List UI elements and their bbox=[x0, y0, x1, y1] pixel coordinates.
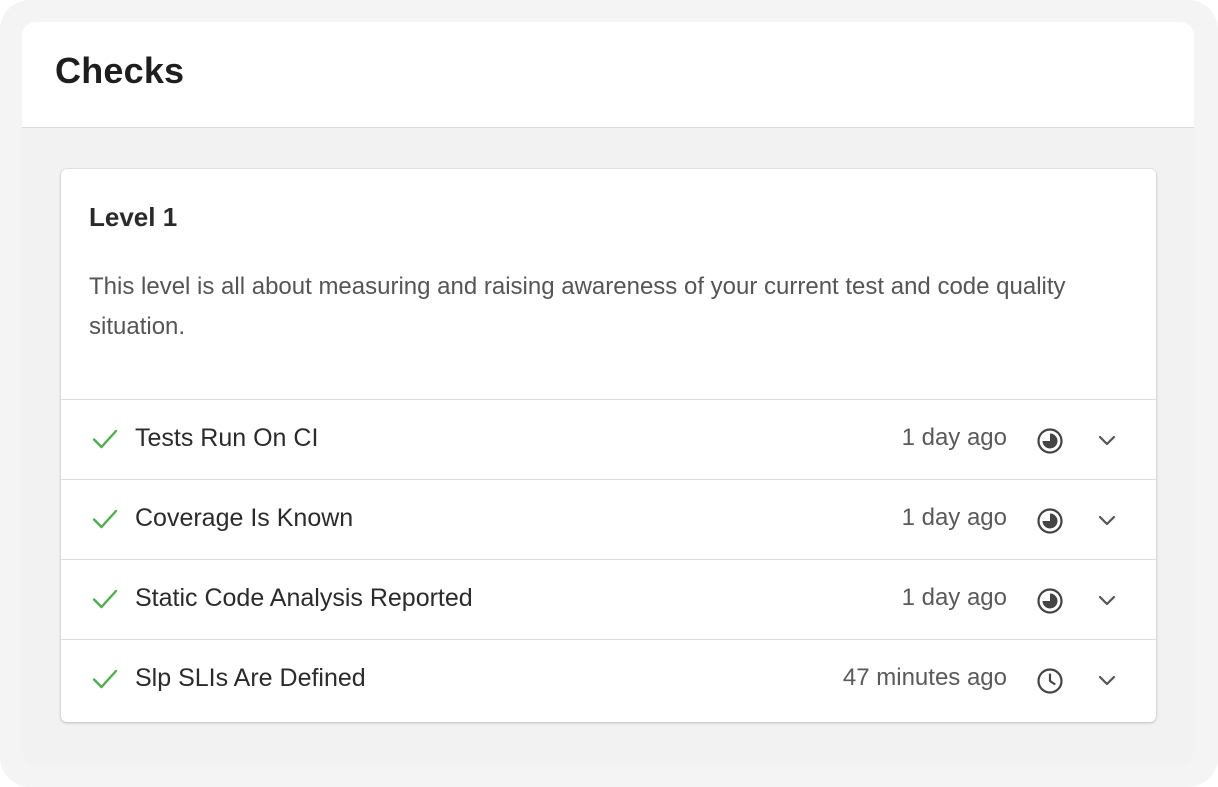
checks-panel: Checks Level 1 This level is all about m… bbox=[22, 22, 1194, 764]
checkmark-icon bbox=[92, 669, 118, 689]
panel-header: Checks bbox=[22, 22, 1194, 128]
check-row-slp-slis-defined[interactable]: Slp SLIs Are Defined 47 minutes ago bbox=[61, 640, 1156, 720]
half-circle-icon bbox=[1037, 508, 1063, 534]
half-circle-icon bbox=[1037, 588, 1063, 614]
check-list: Tests Run On CI 1 day ago Coverage Is Kn… bbox=[61, 400, 1156, 720]
check-row-static-code-analysis[interactable]: Static Code Analysis Reported 1 day ago bbox=[61, 560, 1156, 640]
half-circle-icon bbox=[1037, 428, 1063, 454]
check-label: Coverage Is Known bbox=[135, 504, 354, 532]
clock-icon bbox=[1037, 668, 1063, 694]
level-intro: Level 1 This level is all about measurin… bbox=[61, 169, 1156, 400]
checkmark-icon bbox=[92, 429, 118, 449]
checkmark-icon bbox=[92, 509, 118, 529]
check-label: Slp SLIs Are Defined bbox=[135, 664, 366, 692]
level-card: Level 1 This level is all about measurin… bbox=[61, 169, 1156, 722]
check-label: Tests Run On CI bbox=[135, 424, 319, 452]
chevron-down-icon[interactable] bbox=[1096, 510, 1118, 530]
check-time: 1 day ago bbox=[901, 504, 1007, 531]
level-title: Level 1 bbox=[89, 202, 178, 232]
chevron-down-icon[interactable] bbox=[1096, 430, 1118, 450]
check-time: 1 day ago bbox=[901, 424, 1007, 451]
level-description: This level is all about measuring and ra… bbox=[89, 273, 1066, 340]
check-time: 1 day ago bbox=[901, 584, 1007, 611]
chevron-down-icon[interactable] bbox=[1096, 670, 1118, 690]
check-row-coverage-is-known[interactable]: Coverage Is Known 1 day ago bbox=[61, 480, 1156, 560]
checkmark-icon bbox=[92, 589, 118, 609]
check-time: 47 minutes ago bbox=[842, 664, 1007, 691]
page-title: Checks bbox=[55, 50, 185, 91]
check-label: Static Code Analysis Reported bbox=[135, 584, 473, 612]
check-row-tests-run-on-ci[interactable]: Tests Run On CI 1 day ago bbox=[61, 400, 1156, 480]
page-background: Checks Level 1 This level is all about m… bbox=[0, 0, 1218, 787]
chevron-down-icon[interactable] bbox=[1096, 590, 1118, 610]
